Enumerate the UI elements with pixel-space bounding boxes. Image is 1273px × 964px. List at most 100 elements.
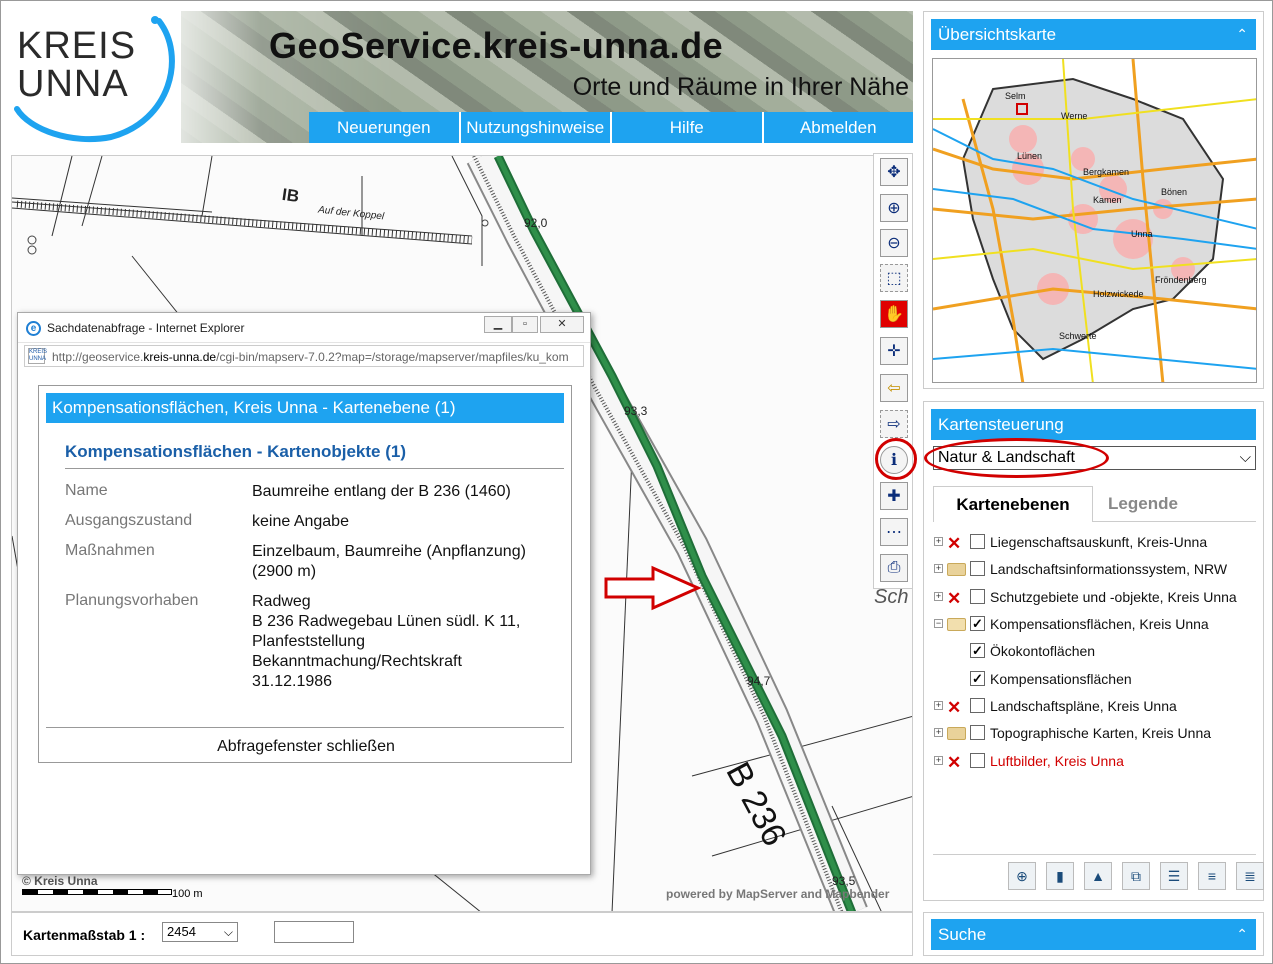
overview-place: Holzwickede xyxy=(1093,289,1144,299)
layer-checkbox[interactable]: ✓ xyxy=(970,671,985,686)
internet-explorer-icon: e xyxy=(26,321,41,336)
popup-title: Sachdatenabfrage - Internet Explorer xyxy=(47,321,245,335)
print-icon[interactable]: ⎙ xyxy=(880,554,908,582)
crosshair-icon[interactable]: ✚ xyxy=(880,482,908,510)
overview-place: Lünen xyxy=(1017,151,1042,161)
theme-highlight xyxy=(924,438,1109,478)
map-status-bar: Kartenmaßstab 1 : 2454 ⌵ xyxy=(11,912,913,956)
collapse-icon[interactable]: ⌃ xyxy=(1236,919,1248,950)
logo-line1: KREIS xyxy=(17,25,137,67)
zoom-out-icon[interactable]: ⊖ xyxy=(880,229,908,257)
powered-by[interactable]: powered by MapServer and Mapbender xyxy=(666,887,889,901)
scale-label: Kartenmaßstab 1 : xyxy=(23,927,146,943)
address-url: http://geoservice.kreis-unna.de/cgi-bin/… xyxy=(52,350,580,364)
attr-label-planungsvorhaben: Planungsvorhaben xyxy=(65,592,199,609)
expand-icon[interactable]: + xyxy=(934,564,943,573)
overview-tool-icon[interactable]: ✥ xyxy=(880,158,908,186)
overview-place: Werne xyxy=(1061,111,1087,121)
back-arrow-icon[interactable]: ⇦ xyxy=(880,374,908,402)
layer-label: Luftbilder, Kreis Unna xyxy=(990,753,1124,769)
expand-icon[interactable]: + xyxy=(934,756,943,765)
overview-map-canvas[interactable]: Selm Werne Lünen Bergkamen Kamen Bönen U… xyxy=(933,59,1257,383)
close-window-button[interactable]: ✕ xyxy=(540,316,584,333)
header: KREIS UNNA GeoService.kreis-unna.de Orte… xyxy=(11,11,913,143)
attr-value-line: 31.12.1986 xyxy=(252,673,333,690)
layer-checkbox[interactable]: ✓ xyxy=(970,616,985,631)
attr-value-planungsvorhaben: Radweg B 236 Radwegebau Lünen südl. K 11… xyxy=(252,592,520,692)
map-copyright: © Kreis Unna xyxy=(22,874,98,888)
tab-legende[interactable]: Legende xyxy=(1093,486,1193,522)
control-panel-header[interactable]: Kartensteuerung xyxy=(931,409,1256,440)
unavailable-x-icon: ✕ xyxy=(947,753,962,772)
measure-icon[interactable]: ⋯ xyxy=(880,518,908,546)
layer-checkbox[interactable] xyxy=(970,698,985,713)
layer-add-icon[interactable]: ☰ xyxy=(1160,862,1188,890)
layer-up-icon[interactable]: ▲ xyxy=(1084,862,1112,890)
attr-label-ausgangszustand: Ausgangszustand xyxy=(65,512,193,529)
chevron-down-icon: ⌵ xyxy=(1239,449,1251,466)
collapse-icon[interactable]: − xyxy=(934,619,943,628)
kreis-unna-logo[interactable]: KREIS UNNA xyxy=(11,11,181,143)
layer-order-icon[interactable]: ≣ xyxy=(1236,862,1264,890)
collapse-icon[interactable]: ⌃ xyxy=(1236,19,1248,50)
minimize-button[interactable]: ▁ xyxy=(484,316,512,333)
scale-select[interactable]: 2454 ⌵ xyxy=(162,922,238,942)
attr-value-line: (2900 m) xyxy=(252,563,317,580)
overview-map[interactable]: Selm Werne Lünen Bergkamen Kamen Bönen U… xyxy=(932,58,1257,383)
layer-checkbox[interactable] xyxy=(970,561,985,576)
map-label-height4: 93,5 xyxy=(832,874,856,888)
expand-icon[interactable]: + xyxy=(934,701,943,710)
expand-icon[interactable]: + xyxy=(934,728,943,737)
close-query-link[interactable]: Abfragefenster schließen xyxy=(39,738,573,756)
nav-nutzungshinweise[interactable]: Nutzungshinweise xyxy=(458,112,610,143)
scale-bar-label: 100 m xyxy=(172,888,203,900)
search-panel-header[interactable]: Suche ⌃ xyxy=(931,919,1256,950)
maximize-button[interactable]: ▫ xyxy=(512,316,538,333)
layer-checkbox[interactable] xyxy=(970,534,985,549)
control-title: Kartensteuerung xyxy=(938,415,1064,434)
chevron-down-icon: ⌵ xyxy=(223,925,233,939)
nav-abmelden[interactable]: Abmelden xyxy=(761,112,913,143)
url-path: /cgi-bin/mapserv-7.0.2?map=/storage/maps… xyxy=(216,350,569,364)
nav-hilfe[interactable]: Hilfe xyxy=(610,112,762,143)
unavailable-x-icon: ✕ xyxy=(947,534,962,553)
layer-checkbox[interactable] xyxy=(970,725,985,740)
tab-kartenebenen[interactable]: Kartenebenen xyxy=(933,486,1093,522)
layer-checkbox[interactable] xyxy=(970,753,985,768)
logo-line2: UNNA xyxy=(17,63,129,105)
forward-arrow-icon[interactable]: ⇨ xyxy=(880,410,908,438)
layer-label: Kompensationsflächen xyxy=(990,671,1132,687)
overview-panel-header[interactable]: Übersichtskarte ⌃ xyxy=(931,19,1256,50)
page: KREIS UNNA GeoService.kreis-unna.de Orte… xyxy=(0,0,1273,964)
popup-titlebar[interactable]: e Sachdatenabfrage - Internet Explorer ▁… xyxy=(18,313,590,343)
nav-neuerungen[interactable]: Neuerungen xyxy=(309,112,459,143)
opacity-icon[interactable]: ▮ xyxy=(1046,862,1074,890)
full-extent-icon[interactable]: ✛ xyxy=(880,337,908,365)
map-label-height3: 94,7 xyxy=(747,674,771,688)
folder-icon xyxy=(947,727,966,740)
expand-icon[interactable]: + xyxy=(934,592,943,601)
query-result-panel: Kompensationsflächen, Kreis Unna - Karte… xyxy=(38,385,572,763)
layer-stack-icon[interactable]: ≡ xyxy=(1198,862,1226,890)
map-toolbar: ✥ ⊕ ⊖ ⬚ ✋ ✛ ⇦ ⇨ ℹ ✚ ⋯ ⎙ xyxy=(873,153,913,589)
pan-hand-icon[interactable]: ✋ xyxy=(880,300,908,328)
attr-value-line: Planfeststellung xyxy=(252,633,365,650)
scale-select-value: 2454 xyxy=(167,924,196,939)
map-label-ib: IB xyxy=(280,184,301,207)
zoom-box-icon[interactable]: ⬚ xyxy=(880,264,908,292)
layer-checkbox[interactable]: ✓ xyxy=(970,643,985,658)
expand-icon[interactable]: + xyxy=(934,537,943,546)
folder-open-icon xyxy=(947,618,966,631)
attr-label-massnahmen: Maßnahmen xyxy=(65,542,155,559)
overview-place: Selm xyxy=(1005,91,1026,101)
zoom-in-icon[interactable]: ⊕ xyxy=(880,194,908,222)
address-bar[interactable]: KREIS UNNA http://geoservice.kreis-unna.… xyxy=(24,345,584,367)
url-host: kreis-unna.de xyxy=(143,350,217,364)
coordinate-input[interactable] xyxy=(274,921,354,943)
layer-label: Kompensationsflächen, Kreis Unna xyxy=(990,616,1209,632)
layer-checkbox[interactable] xyxy=(970,589,985,604)
main-nav: Neuerungen Nutzungshinweise Hilfe Abmeld… xyxy=(309,112,913,143)
info-tool-highlight xyxy=(875,438,917,480)
layer-remove-icon[interactable]: ⧉ xyxy=(1122,862,1150,890)
zoom-to-layer-icon[interactable]: ⊕ xyxy=(1008,862,1036,890)
